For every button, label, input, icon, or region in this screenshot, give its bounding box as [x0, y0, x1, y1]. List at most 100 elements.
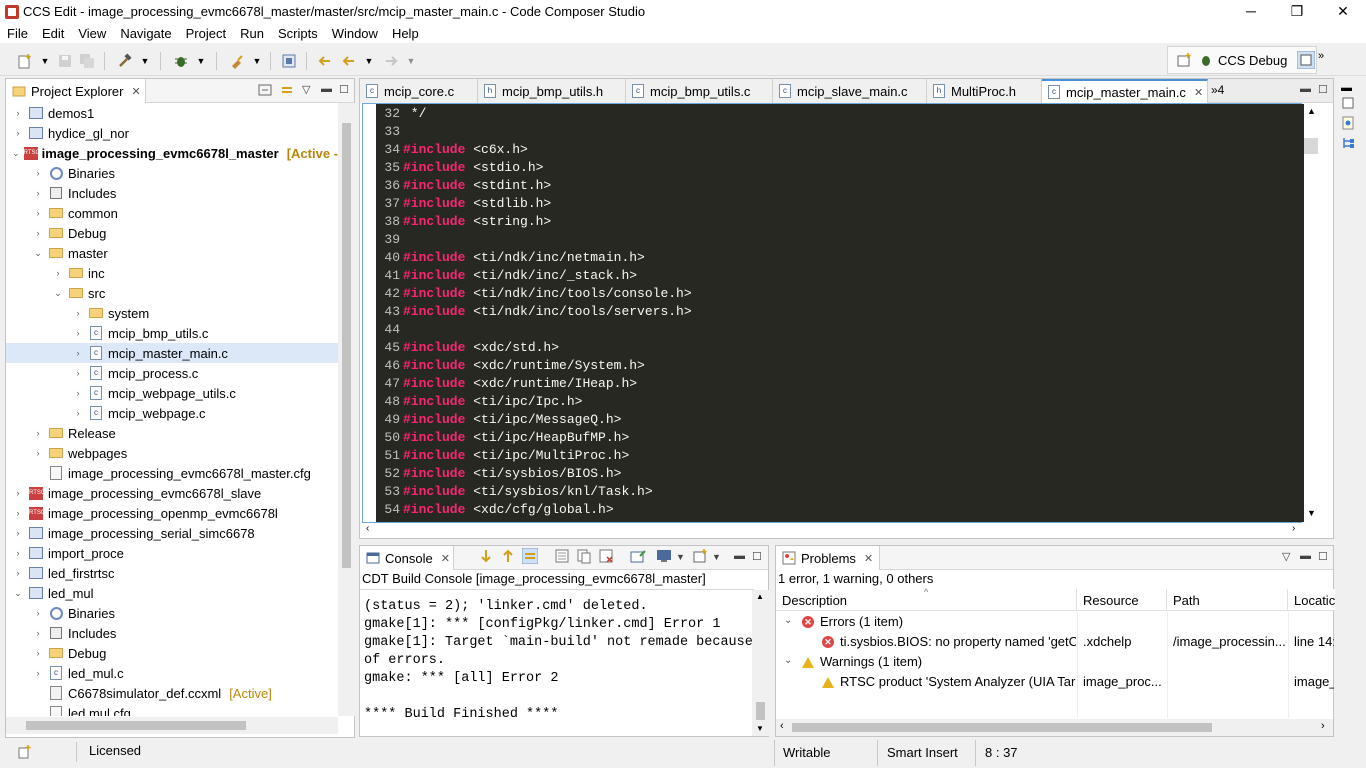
code-line[interactable]: #include <xdc/std.h>: [403, 340, 559, 355]
collapsed-arrow-icon[interactable]: ›: [32, 648, 44, 658]
collapsed-arrow-icon[interactable]: ›: [12, 508, 24, 518]
last-edit-location-icon[interactable]: [316, 52, 334, 70]
tab-mcip-core[interactable]: c mcip_core.c: [360, 79, 478, 103]
tree-item[interactable]: › webpages: [6, 443, 338, 463]
collapsed-arrow-icon[interactable]: ›: [72, 308, 84, 318]
tab-mcip-bmp-utils-h[interactable]: h mcip_bmp_utils.h: [478, 79, 626, 103]
console-output[interactable]: (status = 2); 'linker.cmd' deleted. gmak…: [364, 598, 753, 724]
collapsed-arrow-icon[interactable]: ›: [72, 368, 84, 378]
menu-navigate[interactable]: Navigate: [113, 26, 178, 41]
code-line[interactable]: #include <ti/ndk/inc/tools/servers.h>: [403, 304, 692, 319]
tree-item[interactable]: › c mcip_webpage_utils.c: [6, 383, 338, 403]
forward-icon[interactable]: [382, 52, 400, 70]
collapsed-arrow-icon[interactable]: ›: [12, 128, 24, 138]
tree-item[interactable]: › Release: [6, 423, 338, 443]
perspective-overflow-icon[interactable]: »: [1318, 50, 1324, 62]
tab-project-explorer[interactable]: Project Explorer ✕: [6, 79, 146, 103]
tree-item[interactable]: › Debug: [6, 643, 338, 663]
collapsed-arrow-icon[interactable]: ›: [32, 668, 44, 678]
code-line[interactable]: #include <ti/sysbios/BIOS.h>: [403, 466, 621, 481]
expand-arrow-icon[interactable]: ⌄: [784, 655, 792, 666]
collapsed-arrow-icon[interactable]: ›: [12, 488, 24, 498]
code-line[interactable]: #include <ti/ipc/Ipc.h>: [403, 394, 582, 409]
tree-item[interactable]: image_processing_evmc6678l_master.cfg: [6, 463, 338, 483]
tree-item[interactable]: led mul.cfg: [6, 703, 338, 716]
tree-item[interactable]: ⌄ src: [6, 283, 338, 303]
code-line[interactable]: #include <ti/ipc/HeapBufMP.h>: [403, 430, 629, 445]
maximize-editor-icon[interactable]: ☐: [1318, 83, 1328, 96]
menu-view[interactable]: View: [71, 26, 113, 41]
close-button[interactable]: ✕: [1320, 0, 1366, 23]
tree-item[interactable]: ⌄ led_mul: [6, 583, 338, 603]
expand-arrow-icon[interactable]: ⌄: [784, 615, 792, 626]
expanded-arrow-icon[interactable]: ⌄: [12, 148, 20, 159]
display-console-icon[interactable]: [656, 548, 672, 567]
collapsed-arrow-icon[interactable]: ›: [32, 208, 44, 218]
minimize-problems-icon[interactable]: ▬: [1300, 550, 1311, 562]
pin-console-icon[interactable]: [630, 548, 646, 567]
tree-vertical-scrollbar[interactable]: [338, 103, 355, 716]
tree-item[interactable]: › common: [6, 203, 338, 223]
tree-item[interactable]: ⌄ master: [6, 243, 338, 263]
console-vertical-scrollbar[interactable]: ▲ ▼: [752, 590, 769, 736]
collapsed-arrow-icon[interactable]: ›: [32, 228, 44, 238]
open-console-icon[interactable]: [692, 548, 708, 567]
flash-dropdown-icon[interactable]: ▼: [248, 52, 266, 70]
tree-item[interactable]: › c mcip_webpage.c: [6, 403, 338, 423]
build-dropdown-icon[interactable]: ▼: [136, 52, 154, 70]
close-tab-icon[interactable]: ✕: [1194, 86, 1203, 99]
scroll-up-icon[interactable]: [500, 548, 516, 567]
code-line[interactable]: #include <stdint.h>: [403, 178, 551, 193]
code-line[interactable]: #include <xdc/runtime/IHeap.h>: [403, 376, 637, 391]
build-hammer-icon[interactable]: [116, 52, 134, 70]
tree-item[interactable]: › c led_mul.c: [6, 663, 338, 683]
collapsed-arrow-icon[interactable]: ›: [12, 528, 24, 538]
problems-row-warning[interactable]: RTSC product 'System Analyzer (UIA Targ …: [776, 672, 1334, 692]
minimize-editor-icon[interactable]: ▬: [1300, 83, 1311, 95]
expanded-arrow-icon[interactable]: ⌄: [32, 248, 44, 259]
column-location[interactable]: Locatic: [1288, 589, 1335, 611]
close-tab-icon[interactable]: ✕: [441, 552, 450, 565]
code-line[interactable]: #include <ti/ipc/MessageQ.h>: [403, 412, 621, 427]
minimize-icon[interactable]: ▬: [1341, 82, 1352, 94]
code-line[interactable]: #include <stdio.h>: [403, 160, 543, 175]
tree-item[interactable]: › RTSC image_processing_evmc6678l_slave: [6, 483, 338, 503]
minimize-console-icon[interactable]: ▬: [734, 550, 745, 562]
collapsed-arrow-icon[interactable]: ›: [32, 448, 44, 458]
copy-console-icon[interactable]: [576, 548, 592, 567]
tab-problems[interactable]: Problems ✕: [776, 546, 880, 570]
link-icon[interactable]: [521, 547, 539, 567]
debug-bug-icon[interactable]: [172, 52, 190, 70]
editor-vertical-scrollbar[interactable]: ▲ ▼: [1304, 104, 1320, 522]
editor-horizontal-scrollbar[interactable]: ‹ ›: [362, 523, 1302, 537]
perspective-ccs-debug[interactable]: CCS Debug: [1218, 53, 1287, 68]
menu-help[interactable]: Help: [385, 26, 426, 41]
tree-item[interactable]: › c mcip_master_main.c: [6, 343, 338, 363]
menu-run[interactable]: Run: [233, 26, 271, 41]
minimize-view-icon[interactable]: ▬: [321, 83, 332, 95]
outline-icon[interactable]: [1341, 116, 1355, 133]
code-editor[interactable]: 32 */33 34 #include <c6x.h> 35 #include <std…: [362, 103, 1320, 523]
collapsed-arrow-icon[interactable]: ›: [72, 328, 84, 338]
tree-item[interactable]: › import_proce: [6, 543, 338, 563]
maximize-view-icon[interactable]: ☐: [339, 83, 349, 96]
open-perspective-icon[interactable]: [1176, 52, 1192, 68]
close-tab-icon[interactable]: ✕: [131, 85, 140, 98]
column-path[interactable]: Path: [1167, 589, 1288, 611]
collapsed-arrow-icon[interactable]: ›: [32, 428, 44, 438]
restore-side-icon[interactable]: [1341, 96, 1355, 113]
collapsed-arrow-icon[interactable]: ›: [12, 568, 24, 578]
tab-mcip-master-main[interactable]: c mcip_master_main.c ✕: [1042, 79, 1208, 103]
collapsed-arrow-icon[interactable]: ›: [72, 388, 84, 398]
code-line[interactable]: #include <stdlib.h>: [403, 196, 551, 211]
new-dropdown-icon[interactable]: ▼: [36, 52, 54, 70]
column-resource[interactable]: Resource: [1077, 589, 1167, 611]
collapsed-arrow-icon[interactable]: ›: [12, 108, 24, 118]
tree-item[interactable]: › led_firstrtsc: [6, 563, 338, 583]
view-menu-icon[interactable]: ▽: [1282, 550, 1290, 563]
tree-item[interactable]: C6678simulator_def.ccxml [Active]: [6, 683, 338, 703]
expanded-arrow-icon[interactable]: ⌄: [12, 588, 24, 599]
restore-button[interactable]: ❐: [1274, 0, 1320, 23]
code-line[interactable]: #include <string.h>: [403, 214, 551, 229]
expanded-arrow-icon[interactable]: ⌄: [52, 288, 64, 299]
